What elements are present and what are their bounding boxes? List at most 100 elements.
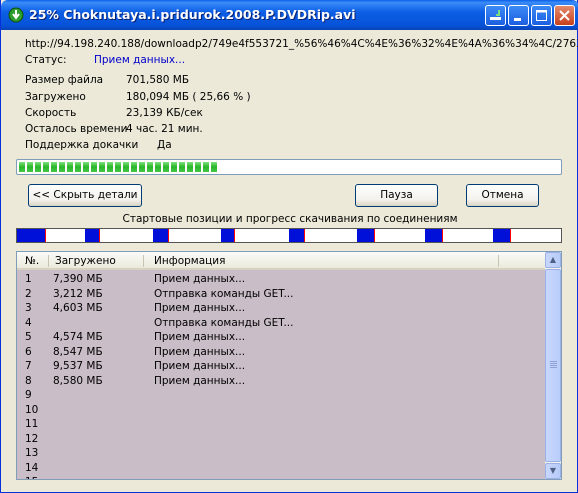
cell-info: Прием данных... bbox=[154, 345, 246, 358]
time-left-value: 4 час. 21 мин. bbox=[126, 123, 203, 135]
hide-details-button[interactable]: << Скрыть детали bbox=[28, 184, 142, 207]
cell-downloaded: 9,537 МБ bbox=[53, 360, 103, 372]
progress-block bbox=[27, 162, 33, 172]
progress-block bbox=[171, 162, 177, 172]
speed-label: Скорость bbox=[25, 107, 77, 119]
connection-segment bbox=[289, 229, 305, 242]
connection-segment bbox=[153, 229, 169, 242]
table-row[interactable]: 12 bbox=[17, 433, 547, 447]
cell-num: 6 bbox=[25, 345, 32, 358]
connections-caption: Стартовые позиции и прогресс скачивания … bbox=[122, 213, 458, 225]
cell-downloaded: 7,390 МБ bbox=[53, 273, 103, 285]
table-row[interactable]: 3 4,603 МБ Прием данных... bbox=[17, 302, 547, 316]
table-row[interactable]: 2 3,212 МБ Отправка команды GET... bbox=[17, 288, 547, 302]
table-row[interactable]: 8 8,580 МБ Прием данных... bbox=[17, 375, 547, 389]
progress-block bbox=[59, 162, 65, 172]
table-row[interactable]: 5 4,574 МБ Прием данных... bbox=[17, 331, 547, 345]
grip-line bbox=[550, 361, 557, 362]
progress-block bbox=[115, 162, 121, 172]
connection-marker bbox=[234, 229, 235, 242]
title-bar[interactable]: 25% Choknutaya.i.pridurok.2008.P.DVDRip.… bbox=[1, 0, 578, 30]
connections-list[interactable]: №. Загружено Информация 1 7,390 МБ Прием д… bbox=[16, 251, 562, 480]
status-value: Прием данных... bbox=[94, 54, 186, 66]
minimize-icon bbox=[514, 18, 521, 21]
table-row[interactable]: 1 7,390 МБ Прием данных... bbox=[17, 273, 547, 287]
cell-num: 15 bbox=[25, 476, 38, 479]
progress-block bbox=[147, 162, 153, 172]
table-row[interactable]: 13 bbox=[17, 447, 547, 461]
progress-block bbox=[155, 162, 161, 172]
cell-num: 7 bbox=[25, 360, 32, 372]
cell-info: Прием данных... bbox=[154, 360, 246, 372]
cell-num: 12 bbox=[25, 432, 39, 445]
header-separator[interactable] bbox=[143, 255, 144, 267]
cell-num: 11 bbox=[25, 418, 39, 430]
progress-block bbox=[179, 162, 185, 172]
minimize-button[interactable] bbox=[508, 5, 529, 26]
cancel-button[interactable]: Отмена bbox=[466, 184, 539, 207]
table-row[interactable]: 6 8,547 МБ Прием данных... bbox=[17, 346, 547, 360]
connection-segment bbox=[425, 229, 443, 242]
progress-block bbox=[107, 162, 113, 172]
grip-line bbox=[550, 367, 557, 368]
downloaded-label: Загружено bbox=[25, 91, 86, 103]
status-label: Статус: bbox=[25, 54, 67, 66]
cell-downloaded: 8,547 МБ bbox=[53, 345, 103, 358]
list-header: №. Загружено Информация bbox=[17, 252, 547, 270]
header-num[interactable]: №. bbox=[25, 255, 39, 267]
connection-marker bbox=[442, 229, 443, 242]
resume-support-value: Да bbox=[157, 139, 172, 151]
progress-block bbox=[75, 162, 81, 172]
progress-block bbox=[195, 162, 201, 172]
cell-downloaded: 3,212 МБ bbox=[53, 287, 103, 300]
cell-info: Отправка команды GET... bbox=[154, 287, 294, 300]
connection-marker bbox=[510, 229, 511, 242]
connection-segment bbox=[85, 229, 100, 242]
progress-block bbox=[19, 162, 25, 172]
progress-block bbox=[211, 162, 217, 172]
tray-button[interactable] bbox=[485, 5, 506, 26]
cell-info: Прием данных... bbox=[154, 331, 246, 343]
progress-block bbox=[139, 162, 145, 172]
table-row[interactable]: 7 9,537 МБ Прием данных... bbox=[17, 360, 547, 374]
cell-num: 13 bbox=[25, 447, 39, 459]
scroll-down-button[interactable]: ▼ bbox=[545, 463, 561, 479]
connection-segment bbox=[493, 229, 511, 242]
table-row[interactable]: 15 bbox=[17, 476, 547, 479]
cell-num: 2 bbox=[25, 287, 32, 300]
close-button[interactable] bbox=[554, 5, 575, 26]
progress-fill bbox=[19, 162, 217, 172]
header-downloaded[interactable]: Загружено bbox=[55, 255, 116, 267]
connection-segment bbox=[357, 229, 375, 242]
maximize-button[interactable] bbox=[531, 5, 552, 26]
progress-block bbox=[123, 162, 129, 172]
vertical-scrollbar[interactable]: ▲ ▼ bbox=[545, 252, 561, 479]
downloaded-value: 180,094 МБ ( 25,66 % ) bbox=[126, 91, 251, 103]
scroll-thumb[interactable] bbox=[545, 269, 561, 462]
close-icon bbox=[559, 10, 570, 21]
progress-block bbox=[203, 162, 209, 172]
table-row[interactable]: 9 bbox=[17, 389, 547, 403]
tray-icon bbox=[490, 10, 501, 20]
time-left-label: Осталось времени bbox=[25, 123, 128, 135]
header-separator[interactable] bbox=[48, 255, 49, 267]
file-size-value: 701,580 МБ bbox=[126, 74, 190, 86]
connections-progress-bar bbox=[16, 228, 562, 243]
table-row[interactable]: 11 bbox=[17, 418, 547, 432]
cell-num: 10 bbox=[25, 403, 39, 416]
table-row[interactable]: 14 bbox=[17, 462, 547, 476]
speed-value: 23,139 КБ/сек bbox=[126, 107, 203, 119]
scroll-up-button[interactable]: ▲ bbox=[545, 252, 561, 268]
cell-num: 9 bbox=[25, 389, 32, 401]
header-separator[interactable] bbox=[498, 255, 499, 267]
cell-info: Прием данных... bbox=[154, 302, 246, 314]
cell-num: 1 bbox=[25, 273, 32, 285]
pause-button[interactable]: Пауза bbox=[355, 184, 438, 207]
table-row[interactable]: 10 bbox=[17, 404, 547, 418]
table-row[interactable]: 4 Отправка команды GET... bbox=[17, 317, 547, 331]
progress-block bbox=[91, 162, 97, 172]
file-size-label: Размер файла bbox=[25, 74, 104, 86]
connection-marker bbox=[374, 229, 375, 242]
header-info[interactable]: Информация bbox=[154, 255, 225, 267]
resume-support-label: Поддержка докачки bbox=[25, 139, 139, 151]
